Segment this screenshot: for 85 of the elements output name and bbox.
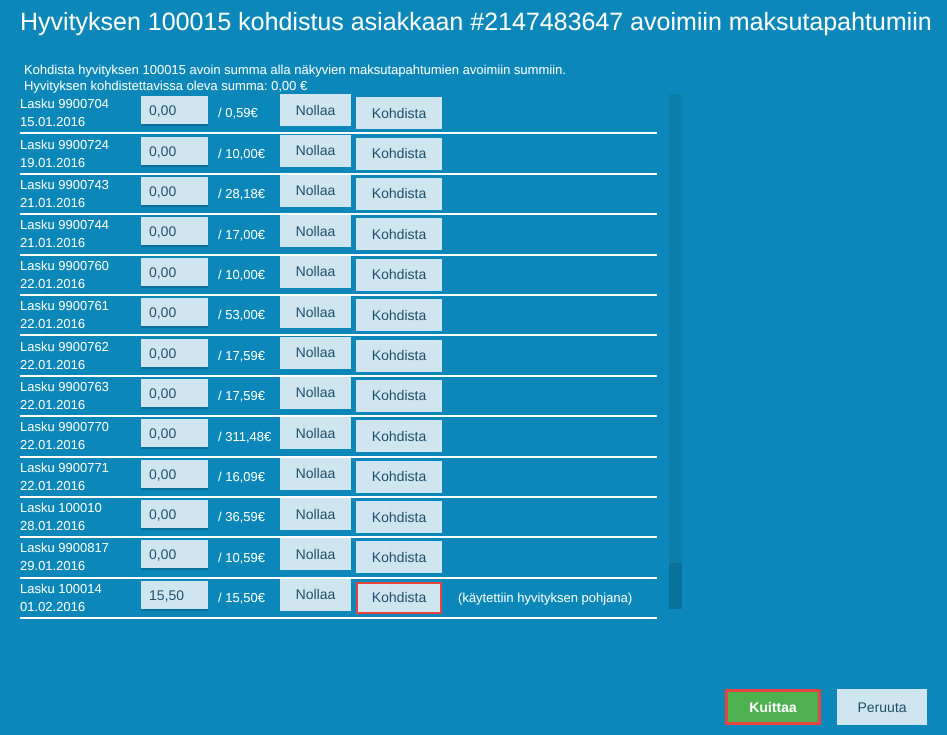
available-amount-text: Hyvityksen kohdistettavissa oleva summa: 0,00 € [24, 78, 308, 94]
reset-button[interactable]: Nollaa [280, 336, 351, 369]
invoice-number: Lasku 9900744 [20, 216, 110, 234]
amount-input[interactable]: 0,00 [141, 176, 208, 207]
invoice-number: Lasku 100014 [20, 580, 103, 598]
invoice-date: 22.01.2016 [20, 315, 86, 334]
invoice-number: Lasku 9900761 [20, 297, 110, 316]
invoice-date: 22.01.2016 [20, 476, 86, 495]
apply-button[interactable]: Kohdista [356, 541, 442, 574]
apply-button[interactable]: Kohdista [356, 97, 442, 130]
amount-input[interactable]: 0,00 [141, 419, 208, 450]
apply-button[interactable]: Kohdista [356, 299, 442, 332]
reset-button[interactable]: Nollaa [280, 256, 351, 288]
apply-button[interactable]: Kohdista [356, 218, 442, 250]
open-total: / 16,09€ [217, 468, 266, 486]
invoice-date: 22.01.2016 [20, 356, 86, 374]
invoice-number: Lasku 9900763 [20, 378, 110, 396]
reset-button[interactable]: Nollaa [280, 376, 351, 409]
open-total: / 10,59€ [217, 548, 266, 567]
amount-input[interactable]: 0,00 [141, 96, 208, 126]
apply-button[interactable]: Kohdista [356, 178, 442, 210]
amount-input[interactable]: 0,00 [141, 136, 208, 167]
open-total: / 53,00€ [217, 306, 266, 324]
row-note: (käytettiin hyvityksen pohjana) [458, 589, 632, 608]
amount-input[interactable]: 0,00 [141, 540, 208, 570]
open-total: / 0,59€ [217, 104, 259, 122]
invoice-date: 22.01.2016 [20, 436, 86, 454]
open-total: / 311,48€ [217, 428, 272, 446]
reset-button[interactable]: Nollaa [280, 458, 351, 490]
invoice-number: Lasku 9900724 [20, 136, 110, 154]
open-total: / 28,18€ [217, 185, 266, 204]
apply-button[interactable]: Kohdista [356, 258, 442, 291]
scrollbar-thumb[interactable] [669, 563, 682, 609]
reset-button[interactable]: Nollaa [280, 417, 351, 450]
invoice-date: 28.01.2016 [20, 517, 86, 536]
open-total: / 15,50€ [217, 589, 266, 608]
apply-button[interactable]: Kohdista [356, 138, 442, 170]
amount-input[interactable]: 0,00 [141, 500, 208, 530]
apply-button[interactable]: Kohdista [356, 340, 442, 372]
reset-button[interactable]: Nollaa [280, 578, 351, 611]
apply-button[interactable]: Kohdista [356, 501, 442, 534]
invoice-date: 22.01.2016 [20, 396, 86, 414]
reset-button[interactable]: Nollaa [280, 215, 351, 248]
instruction-text: Kohdista hyvityksen 100015 avoin summa alla näkyvien maksutapahtumien avoimiin summiin. [24, 62, 567, 78]
invoice-number: Lasku 9900817 [20, 539, 110, 558]
invoice-date: 29.01.2016 [20, 557, 86, 576]
reset-button[interactable]: Nollaa [280, 94, 351, 126]
apply-button[interactable]: Kohdista [356, 380, 442, 412]
invoice-number: Lasku 9900760 [20, 256, 110, 275]
reset-button[interactable]: Nollaa [280, 498, 351, 530]
amount-input[interactable]: 0,00 [141, 378, 208, 409]
invoice-number: Lasku 100010 [20, 499, 103, 518]
reset-button[interactable]: Nollaa [280, 134, 351, 167]
scrollbar[interactable] [669, 94, 682, 609]
open-total: / 17,59€ [217, 387, 266, 406]
invoice-number: Lasku 9900704 [20, 95, 110, 114]
open-total: / 36,59€ [217, 508, 266, 526]
reset-button[interactable]: Nollaa [280, 174, 351, 207]
invoice-number: Lasku 9900770 [20, 418, 110, 436]
apply-button[interactable]: Kohdista [356, 420, 442, 452]
invoice-date: 21.01.2016 [20, 194, 86, 212]
cancel-button[interactable]: Peruuta [837, 689, 927, 725]
invoice-date: 22.01.2016 [20, 274, 86, 293]
amount-input[interactable]: 0,00 [141, 258, 208, 288]
invoice-date: 01.02.2016 [20, 598, 86, 616]
open-total: / 10,00€ [217, 144, 266, 163]
invoice-date: 21.01.2016 [20, 234, 86, 252]
invoice-number: Lasku 9900771 [20, 458, 110, 477]
amount-input[interactable]: 0,00 [141, 338, 208, 369]
amount-input[interactable]: 0,00 [141, 298, 208, 328]
apply-button[interactable]: Kohdista [356, 582, 442, 614]
dialog-title: Hyvityksen 100015 kohdistus asiakkaan #2147483647 avoimiin maksutapahtumiin [19, 7, 933, 38]
open-total: / 17,59€ [217, 346, 266, 365]
reset-button[interactable]: Nollaa [280, 296, 351, 328]
open-total: / 17,00€ [217, 226, 266, 244]
amount-input[interactable]: 0,00 [141, 217, 208, 248]
open-total: / 10,00€ [217, 266, 266, 284]
invoice-number: Lasku 9900762 [20, 338, 110, 356]
apply-button[interactable]: Kohdista [356, 460, 442, 493]
invoice-date: 15.01.2016 [20, 113, 86, 132]
reset-button[interactable]: Nollaa [280, 538, 351, 570]
invoice-date: 19.01.2016 [20, 154, 86, 172]
invoice-number: Lasku 9900743 [20, 176, 110, 194]
amount-input[interactable]: 15,50 [141, 580, 208, 611]
amount-input[interactable]: 0,00 [141, 460, 208, 490]
